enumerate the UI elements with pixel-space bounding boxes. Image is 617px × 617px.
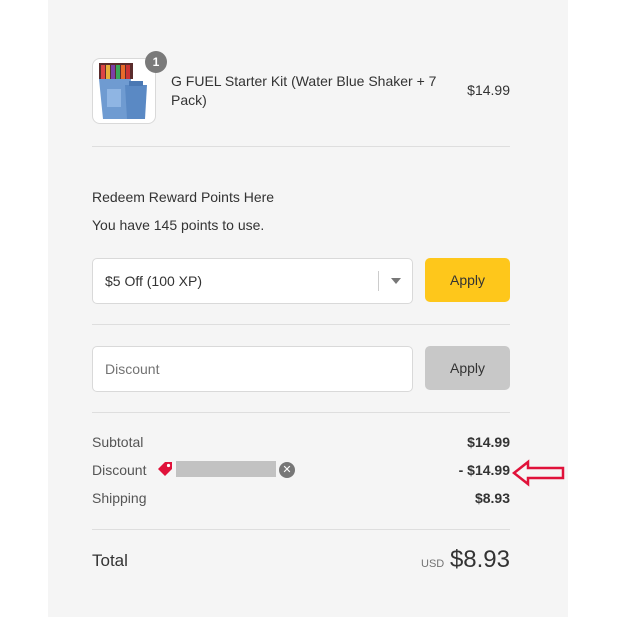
tag-icon — [158, 462, 172, 476]
product-price: $14.99 — [467, 82, 510, 98]
product-name: G FUEL Starter Kit (Water Blue Shaker + … — [171, 73, 437, 108]
subtotal-label: Subtotal — [92, 434, 144, 450]
annotation-arrow-icon — [512, 459, 565, 487]
product-line-item: 1 G FUEL Starter Kit (Water Blue Shaker … — [92, 51, 510, 124]
points-balance-text: You have 145 points to use. — [92, 217, 265, 233]
subtotal-value: $14.99 — [467, 434, 510, 450]
product-thumbnail: 1 — [92, 51, 167, 124]
discount-code-input[interactable]: Discount — [92, 346, 413, 392]
apply-discount-button[interactable]: Apply — [425, 346, 510, 390]
select-separator — [378, 271, 379, 291]
quantity-badge: 1 — [145, 51, 167, 73]
discount-value: - $14.99 — [458, 462, 510, 478]
total-label: Total — [92, 551, 128, 570]
shipping-label: Shipping — [92, 490, 147, 506]
total-value: $8.93 — [449, 546, 510, 573]
shaker-kit-image — [99, 63, 147, 119]
redacted-discount-code — [176, 461, 276, 477]
divider — [92, 529, 510, 530]
rewards-title: Redeem Reward Points Here — [92, 189, 275, 205]
divider — [92, 412, 510, 413]
total-currency: USD — [421, 558, 445, 570]
remove-discount-icon[interactable]: ✕ — [279, 462, 295, 478]
shipping-value: $8.93 — [474, 490, 510, 506]
chevron-down-icon[interactable] — [391, 278, 401, 284]
reward-select-value: $5 Off (100 XP) — [105, 273, 203, 289]
discount-label: Discount — [92, 462, 147, 478]
apply-points-button[interactable]: Apply — [425, 258, 510, 302]
divider — [92, 324, 510, 325]
divider — [92, 146, 510, 147]
reward-points-select[interactable]: $5 Off (100 XP) — [92, 258, 413, 304]
discount-placeholder: Discount — [105, 361, 160, 377]
